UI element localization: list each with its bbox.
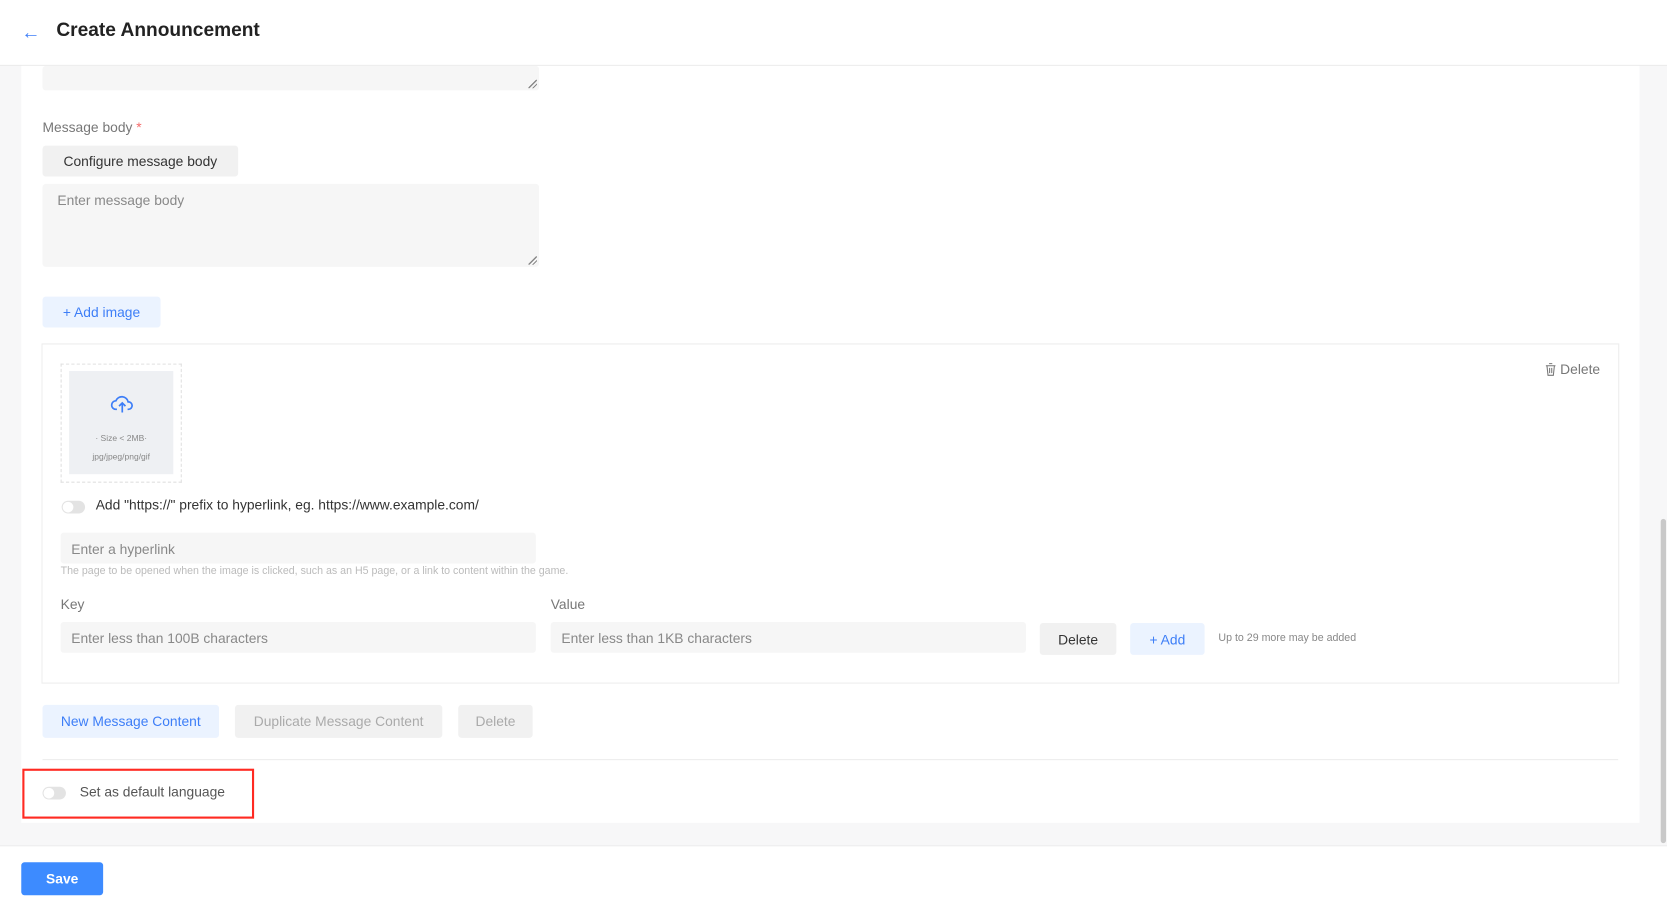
message-body-textarea[interactable]: Enter message body xyxy=(42,183,540,267)
divider xyxy=(42,759,1619,761)
upload-size-hint: · Size < 2MB· xyxy=(95,433,148,444)
message-body-placeholder: Enter message body xyxy=(57,192,185,209)
row-delete-button[interactable]: Delete xyxy=(1039,623,1117,655)
value-input[interactable]: Enter less than 1KB characters xyxy=(550,621,1026,653)
footer: Save xyxy=(0,845,1667,912)
upload-format-hint: jpg/jpeg/png/gif xyxy=(92,451,151,462)
hyperlink-placeholder: Enter a hyperlink xyxy=(71,541,175,558)
upload-cloud-icon xyxy=(110,395,133,413)
https-prefix-label: Add "https://" prefix to hyperlink, eg. … xyxy=(95,496,479,513)
duplicate-message-content-button[interactable]: Duplicate Message Content xyxy=(234,704,443,738)
image-upload-area[interactable]: · Size < 2MB· jpg/jpeg/png/gif xyxy=(60,363,182,483)
form-card: Message body * Configure message body En… xyxy=(21,65,1640,823)
resize-handle-icon[interactable] xyxy=(528,79,537,89)
add-image-button[interactable]: + Add image xyxy=(42,296,161,328)
hyperlink-hint: The page to be opened when the image is … xyxy=(60,565,569,578)
configure-message-body-button[interactable]: Configure message body xyxy=(42,145,239,177)
trash-icon xyxy=(1546,363,1556,376)
save-button[interactable]: Save xyxy=(21,862,104,896)
image-block: Delete · Size < 2MB· jpg/jpeg/png/gif Ad… xyxy=(41,343,1620,684)
key-input[interactable]: Enter less than 100B characters xyxy=(60,621,536,653)
limit-hint: Up to 29 more may be added xyxy=(1218,632,1357,645)
default-language-highlight: Set as default language xyxy=(22,768,255,819)
previous-textarea[interactable] xyxy=(42,65,540,91)
image-delete-label: Delete xyxy=(1560,361,1601,378)
value-placeholder: Enter less than 1KB characters xyxy=(561,630,752,647)
hyperlink-input[interactable]: Enter a hyperlink xyxy=(60,532,536,564)
page-title: Create Announcement xyxy=(56,19,260,41)
scrollbar[interactable] xyxy=(1660,518,1667,844)
value-label: Value xyxy=(550,596,586,613)
key-placeholder: Enter less than 100B characters xyxy=(71,630,268,647)
delete-message-content-button[interactable]: Delete xyxy=(458,704,533,738)
key-label: Key xyxy=(60,596,85,613)
header: ← Create Announcement xyxy=(0,0,1667,66)
default-language-label: Set as default language xyxy=(79,783,225,800)
new-message-content-button[interactable]: New Message Content xyxy=(42,704,220,738)
default-language-toggle[interactable] xyxy=(42,786,66,800)
https-prefix-toggle[interactable] xyxy=(61,500,86,514)
image-delete-button[interactable]: Delete xyxy=(1545,361,1600,377)
message-body-label: Message body * xyxy=(42,119,142,136)
resize-handle-icon[interactable] xyxy=(528,256,537,265)
back-arrow-icon[interactable]: ← xyxy=(21,21,40,43)
row-add-button[interactable]: + Add xyxy=(1130,623,1205,655)
